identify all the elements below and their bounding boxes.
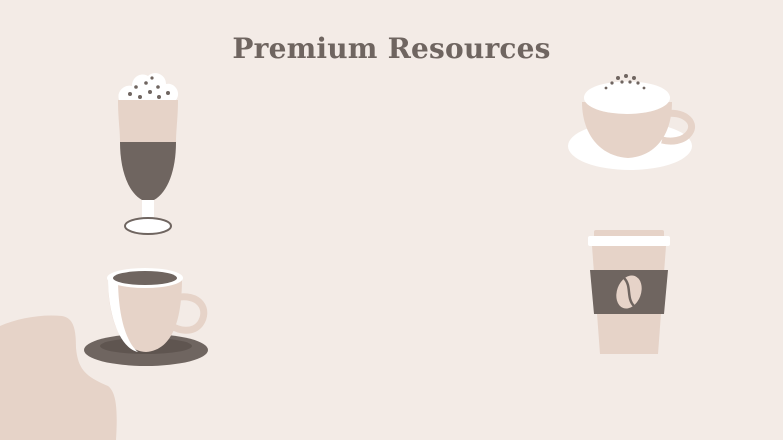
whipped-cream-glass-icon	[118, 73, 179, 235]
takeaway-coffee-cup-icon	[588, 230, 670, 354]
decorative-corner-shape	[0, 315, 117, 440]
slide: Premium Resources	[0, 0, 783, 440]
slide-title: Premium Resources	[232, 32, 551, 65]
cappuccino-cup-icon	[568, 74, 695, 170]
